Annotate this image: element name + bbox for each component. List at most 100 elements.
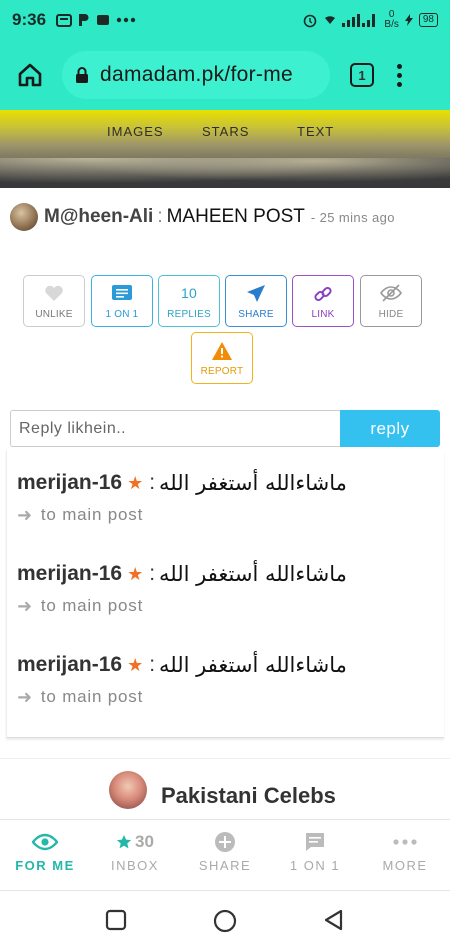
to-main-post-link[interactable]: ➜ to main post	[17, 500, 437, 530]
comments-list: merijan-16 ★ : ماشاءالله أستغفر الله ➜ t…	[6, 450, 444, 738]
link-text: to main post	[40, 596, 144, 615]
replies-count: 10	[181, 285, 197, 301]
replies-button[interactable]: 10 REPLIES	[158, 275, 220, 327]
arrow-right-icon: ➜	[17, 595, 33, 616]
signal-icon	[342, 14, 376, 27]
nav-stars[interactable]: STARS	[202, 124, 249, 139]
home-button-icon[interactable]	[213, 909, 237, 933]
link-button[interactable]: LINK	[292, 275, 354, 327]
post-title: MAHEEN POST	[166, 206, 305, 227]
celebs-section[interactable]: Pakistani Celebs	[0, 758, 450, 820]
hide-button[interactable]: HIDE	[360, 275, 422, 327]
system-status-icons: 0 B/s 98	[302, 10, 438, 30]
home-icon[interactable]	[14, 59, 46, 91]
eye-icon	[32, 833, 58, 851]
charging-icon	[404, 14, 413, 26]
notification-icons	[56, 13, 136, 27]
replies-label: REPLIES	[167, 309, 211, 320]
alarm-icon	[304, 14, 317, 28]
unlike-label: UNLIKE	[35, 309, 73, 320]
comment-author[interactable]: merijan-16	[17, 562, 122, 586]
comment-separator: :	[149, 471, 156, 494]
comment-separator: :	[149, 562, 156, 585]
comment-author[interactable]: merijan-16	[17, 471, 122, 495]
nav-label: SHARE	[198, 858, 252, 873]
one-on-one-button[interactable]: 1 ON 1	[91, 275, 153, 327]
back-icon[interactable]	[323, 909, 345, 931]
to-main-post-link[interactable]: ➜ to main post	[17, 591, 437, 621]
wifi-icon	[325, 16, 336, 24]
nav-label: 1 ON 1	[289, 858, 341, 873]
unlike-button[interactable]: UNLIKE	[23, 275, 85, 327]
comment-author[interactable]: merijan-16	[17, 653, 122, 677]
star-icon: ★	[127, 563, 144, 584]
star-icon: ★	[127, 654, 144, 675]
arrow-right-icon: ➜	[17, 504, 33, 525]
comment-text: ماشاءالله أستغفر الله	[159, 562, 347, 586]
browser-toolbar: damadam.pk/for-me 1	[0, 40, 450, 110]
link-text: to main post	[40, 687, 144, 706]
share-label: SHARE	[238, 309, 274, 320]
report-label: REPORT	[200, 366, 244, 377]
message-icon	[112, 285, 132, 300]
link-label: LINK	[311, 309, 335, 320]
heart-icon	[45, 285, 63, 301]
data-speed: 0 B/s	[384, 9, 399, 30]
post-author[interactable]: M@heen-Ali	[44, 206, 153, 228]
browser-menu-icon[interactable]	[394, 63, 404, 87]
to-main-post-link[interactable]: ➜ to main post	[17, 682, 437, 712]
status-bar: 9:36 0 B/s 98	[0, 0, 450, 40]
nav-share[interactable]: SHARE	[180, 820, 270, 892]
tab-switcher-button[interactable]: 1	[350, 63, 374, 87]
nav-label: INBOX	[111, 858, 159, 873]
address-bar[interactable]: damadam.pk/for-me	[62, 51, 330, 99]
nav-label: FOR ME	[15, 858, 75, 873]
url-text: damadam.pk/for-me	[100, 63, 294, 86]
nav-text[interactable]: TEXT	[297, 124, 334, 139]
lock-icon	[76, 67, 88, 83]
comment-item: merijan-16 ★ : ماشاءالله أستغفر الله ➜ t…	[17, 648, 437, 712]
plus-circle-icon	[215, 832, 235, 852]
post-header: M@heen-Ali : MAHEEN POST - 25 mins ago	[10, 200, 440, 234]
arrow-right-icon: ➜	[17, 686, 33, 707]
more-notifications-icon	[116, 17, 136, 23]
nav-more[interactable]: MORE	[360, 820, 450, 892]
inbox-count: 30	[135, 832, 154, 851]
comment-item: merijan-16 ★ : ماشاءالله أستغفر الله ➜ t…	[17, 466, 437, 530]
message-icon	[97, 15, 110, 25]
nav-images[interactable]: IMAGES	[107, 124, 164, 139]
nav-one-on-one[interactable]: 1 ON 1	[270, 820, 360, 892]
comment-text: ماشاءالله أستغفر الله	[159, 471, 347, 495]
nav-for-me[interactable]: FOR ME	[0, 820, 90, 892]
nav-inbox[interactable]: 30 INBOX	[90, 820, 180, 892]
p-app-icon	[79, 14, 89, 26]
battery-level: 98	[418, 13, 438, 27]
chat-icon	[306, 833, 324, 851]
comment-item: merijan-16 ★ : ماشاءالله أستغفر الله ➜ t…	[17, 557, 437, 621]
warning-icon	[212, 342, 232, 360]
one-on-one-label: 1 ON 1	[105, 309, 139, 320]
comment-separator: :	[149, 653, 156, 676]
banner-texture	[0, 158, 450, 188]
share-button[interactable]: SHARE	[225, 275, 287, 327]
messenger-icon	[56, 13, 73, 27]
dots-icon	[393, 839, 417, 845]
reply-input[interactable]	[10, 410, 341, 447]
eye-off-icon	[380, 284, 402, 302]
report-button[interactable]: REPORT	[191, 332, 253, 384]
comment-text: ماشاءالله أستغفر الله	[159, 653, 347, 677]
star-icon: ★	[127, 472, 144, 493]
post-timestamp: - 25 mins ago	[310, 209, 395, 225]
hide-label: HIDE	[378, 309, 404, 320]
reply-button[interactable]: reply	[340, 410, 440, 447]
system-navigation-bar	[0, 891, 450, 950]
bottom-navigation: FOR ME 30 INBOX SHARE 1 ON 1 MORE	[0, 819, 450, 891]
link-text: to main post	[40, 505, 144, 524]
recent-apps-icon[interactable]	[105, 909, 127, 931]
post-separator: :	[157, 206, 163, 227]
star-icon	[116, 835, 132, 849]
section-title[interactable]: Pakistani Celebs	[161, 783, 336, 809]
link-icon	[314, 286, 332, 302]
avatar[interactable]	[10, 203, 38, 231]
avatar[interactable]	[109, 771, 147, 809]
